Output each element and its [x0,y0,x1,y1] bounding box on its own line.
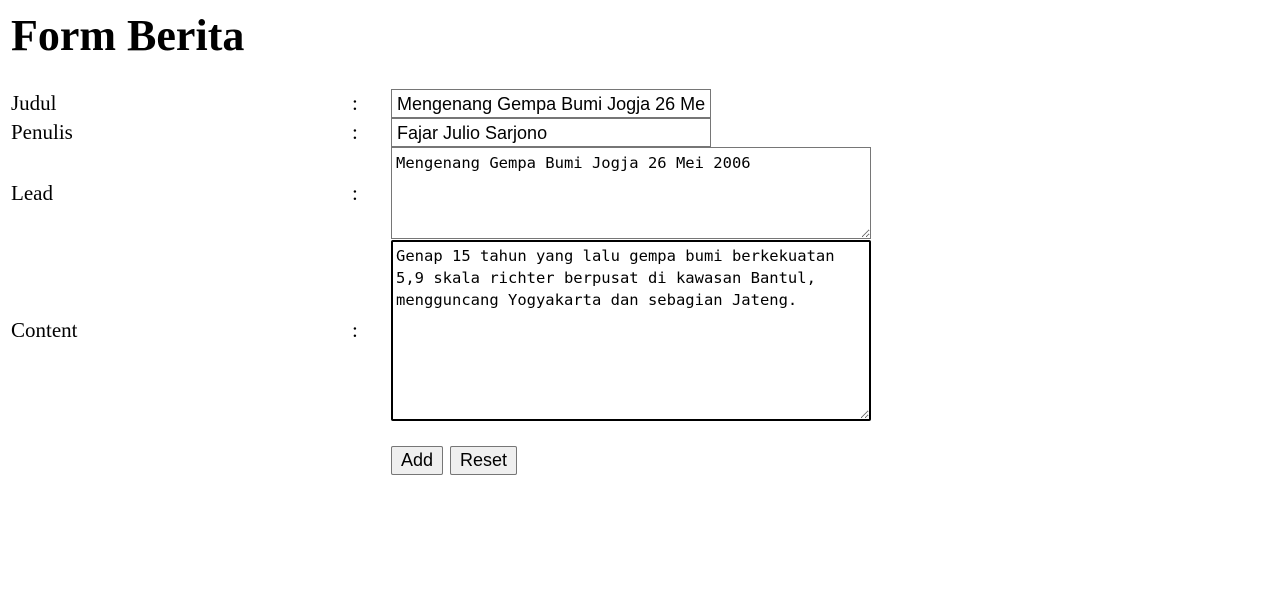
penulis-label: Penulis [11,120,73,144]
lead-separator: : [352,181,358,205]
penulis-separator: : [352,120,358,144]
judul-input[interactable] [391,89,711,118]
judul-label: Judul [11,91,57,115]
lead-label: Lead [11,181,53,205]
content-textarea[interactable]: Genap 15 tahun yang lalu gempa bumi berk… [391,240,871,421]
judul-separator: : [352,91,358,115]
content-separator: : [352,318,358,342]
reset-button[interactable]: Reset [450,446,518,475]
content-label: Content [11,318,78,342]
penulis-input[interactable] [391,118,711,147]
lead-textarea[interactable]: Mengenang Gempa Bumi Jogja 26 Mei 2006 [391,147,871,239]
add-button[interactable]: Add [391,446,444,475]
page-title: Form Berita [11,11,245,60]
